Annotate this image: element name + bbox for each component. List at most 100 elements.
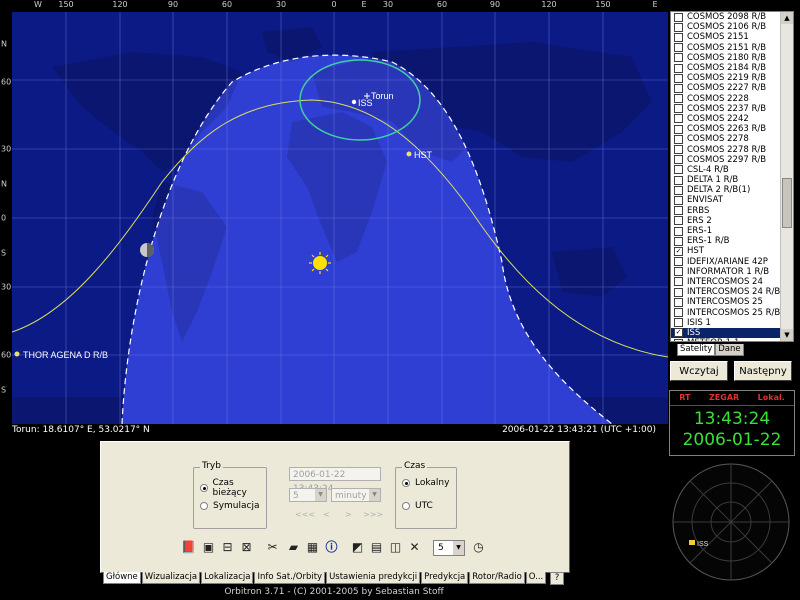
tab-predykcja[interactable]: Predykcja bbox=[421, 572, 469, 584]
step-value-select[interactable]: 5 ▼ bbox=[289, 488, 327, 502]
satellite-item[interactable]: ENVISAT bbox=[671, 195, 780, 205]
satellite-checkbox[interactable] bbox=[674, 175, 683, 185]
satellite-item[interactable]: DELTA 1 R/B bbox=[671, 175, 780, 185]
satellite-checkbox[interactable] bbox=[674, 124, 683, 134]
satellite-checkbox[interactable] bbox=[674, 318, 683, 328]
align-icon[interactable]: ◩ bbox=[349, 539, 366, 556]
world-map[interactable]: Torun ISS HST THOR AGENA D R/B bbox=[12, 12, 668, 424]
tab-rotor-radio[interactable]: Rotor/Radio bbox=[469, 572, 525, 584]
tab-wizualizacja[interactable]: Wizualizacja bbox=[141, 572, 201, 584]
step-unit-select[interactable]: minuty ▼ bbox=[331, 488, 381, 502]
scroll-thumb[interactable] bbox=[782, 178, 792, 228]
satellite-item[interactable]: COSMOS 2263 R/B bbox=[671, 124, 780, 134]
satellite-item[interactable]: COSMOS 2242 bbox=[671, 114, 780, 124]
info-icon[interactable]: ⓘ bbox=[323, 539, 340, 556]
satellite-checkbox[interactable] bbox=[674, 73, 683, 83]
camera-icon[interactable]: ▣ bbox=[200, 539, 217, 556]
load-tle-button[interactable]: Wczytaj TLE bbox=[670, 361, 728, 397]
satellite-item[interactable]: ERS 2 bbox=[671, 216, 780, 226]
speed-select[interactable]: 5 ▼ bbox=[433, 540, 465, 556]
scroll-up-icon[interactable]: ▲ bbox=[781, 12, 793, 24]
satellite-checkbox[interactable] bbox=[674, 83, 683, 93]
satellite-checkbox[interactable] bbox=[674, 297, 683, 307]
satellite-checkbox[interactable] bbox=[674, 114, 683, 124]
satellite-checkbox[interactable] bbox=[674, 145, 683, 155]
satellite-item[interactable]: COSMOS 2151 R/B bbox=[671, 43, 780, 53]
satellite-checkbox[interactable] bbox=[674, 185, 683, 195]
clock-zegar-label[interactable]: ZEGAR bbox=[709, 391, 739, 405]
satellite-checkbox[interactable] bbox=[674, 12, 683, 22]
satellite-checkbox[interactable] bbox=[674, 94, 683, 104]
satellite-checkbox[interactable] bbox=[674, 43, 683, 53]
satellite-item[interactable]: ERS-1 R/B bbox=[671, 236, 780, 246]
satellite-checkbox[interactable] bbox=[674, 267, 683, 277]
satellite-checkbox[interactable] bbox=[674, 236, 683, 246]
satellite-checkbox[interactable] bbox=[674, 308, 683, 318]
satellite-checkbox[interactable] bbox=[674, 155, 683, 165]
satellite-checkbox[interactable] bbox=[674, 22, 683, 32]
satellite-item[interactable]: COSMOS 2098 R/B bbox=[671, 12, 780, 22]
satellite-item[interactable]: IDEFIX/ARIANE 42P bbox=[671, 257, 780, 267]
satellite-item[interactable]: INTERCOSMOS 25 bbox=[671, 297, 780, 307]
satellite-item[interactable]: ISIS 1 bbox=[671, 318, 780, 328]
satellite-checkbox[interactable] bbox=[674, 206, 683, 216]
satellite-item[interactable]: ✓ ISS bbox=[671, 327, 780, 338]
satellite-item[interactable]: COSMOS 2184 R/B bbox=[671, 63, 780, 73]
satellite-item[interactable]: COSMOS 2237 R/B bbox=[671, 104, 780, 114]
nav-next-button[interactable]: > bbox=[345, 510, 352, 519]
clock-icon[interactable]: ◷ bbox=[470, 539, 487, 556]
satellite-checkbox[interactable] bbox=[674, 277, 683, 287]
satellite-item[interactable]: COSMOS 2228 bbox=[671, 94, 780, 104]
satellite-item[interactable]: COSMOS 2180 R/B bbox=[671, 53, 780, 63]
window-layout-icon[interactable]: ▤ bbox=[368, 539, 385, 556]
satellite-item[interactable]: DELTA 2 R/B(1) bbox=[671, 185, 780, 195]
book-icon[interactable]: 📕 bbox=[180, 539, 197, 556]
tab-dane[interactable]: Dane bbox=[715, 344, 744, 356]
satellite-checkbox[interactable] bbox=[674, 195, 683, 205]
sim-datetime-field[interactable]: 2006-01-22 13:43:24 bbox=[289, 467, 381, 494]
tools-icon[interactable]: ✂ bbox=[264, 539, 281, 556]
satellite-checkbox[interactable]: ✓ bbox=[674, 246, 683, 256]
tab-ustawienia-predykcji[interactable]: Ustawienia predykcji bbox=[326, 572, 421, 584]
utc-radio[interactable]: UTC bbox=[402, 501, 433, 511]
help-tab[interactable]: ? bbox=[550, 572, 564, 585]
tab-satelity[interactable]: Satelity bbox=[677, 344, 716, 356]
satellite-item[interactable]: INTERCOSMOS 25 R/B bbox=[671, 307, 780, 318]
satellite-checkbox[interactable] bbox=[674, 134, 683, 144]
satellite-item[interactable]: COSMOS 2278 R/B bbox=[671, 144, 780, 155]
satellite-list[interactable]: COSMOS 2098 R/B COSMOS 2106 R/B COSMOS 215… bbox=[670, 11, 794, 342]
satellite-item[interactable]: INTERCOSMOS 24 bbox=[671, 277, 780, 287]
satellite-item[interactable]: COSMOS 2151 bbox=[671, 32, 780, 42]
satellite-checkbox[interactable] bbox=[674, 257, 683, 267]
satellite-item[interactable]: COSMOS 2106 R/B bbox=[671, 22, 780, 32]
clock-lokal-label[interactable]: Lokal. bbox=[758, 391, 785, 405]
satellite-item[interactable]: INTERCOSMOS 24 R/B bbox=[671, 287, 780, 297]
satellite-item[interactable]: ✓ HST bbox=[671, 246, 780, 256]
satellite-checkbox[interactable] bbox=[674, 287, 683, 297]
radar-view[interactable]: ISS bbox=[669, 460, 793, 584]
satellite-list-scrollbar[interactable]: ▲ ▼ bbox=[780, 12, 793, 341]
satellite-checkbox[interactable]: ✓ bbox=[674, 328, 683, 338]
satellite-checkbox[interactable] bbox=[674, 63, 683, 73]
satellite-checkbox[interactable] bbox=[674, 104, 683, 114]
tab-lokalizacja[interactable]: Lokalizacja bbox=[201, 572, 254, 584]
close-window-icon[interactable]: ⊠ bbox=[238, 539, 255, 556]
satellite-item[interactable]: COSMOS 2297 R/B bbox=[671, 155, 780, 165]
satellite-checkbox[interactable] bbox=[674, 216, 683, 226]
satellite-item[interactable]: ERBS bbox=[671, 206, 780, 216]
nav-first-button[interactable]: <<< bbox=[295, 510, 315, 519]
tab-info-sat[interactable]: Info Sat./Orbity bbox=[254, 572, 326, 584]
nav-prev-button[interactable]: < bbox=[323, 510, 330, 519]
satellite-checkbox[interactable] bbox=[674, 165, 683, 175]
czas-biezacy-radio[interactable]: Czas bieżący bbox=[200, 478, 266, 498]
open-folder-icon[interactable]: ▰ bbox=[285, 539, 302, 556]
satellite-item[interactable]: INFORMATOR 1 R/B bbox=[671, 267, 780, 277]
satellite-item[interactable]: COSMOS 2278 bbox=[671, 134, 780, 144]
thor-agena-marker[interactable]: THOR AGENA D R/B bbox=[14, 350, 109, 360]
clock-rt-label[interactable]: RT bbox=[679, 391, 690, 405]
satellite-checkbox[interactable] bbox=[674, 53, 683, 63]
scroll-down-icon[interactable]: ▼ bbox=[781, 329, 793, 341]
satellite-checkbox[interactable] bbox=[674, 226, 683, 236]
satellite-item[interactable]: ERS-1 bbox=[671, 226, 780, 236]
save-icon[interactable]: ▦ bbox=[304, 539, 321, 556]
